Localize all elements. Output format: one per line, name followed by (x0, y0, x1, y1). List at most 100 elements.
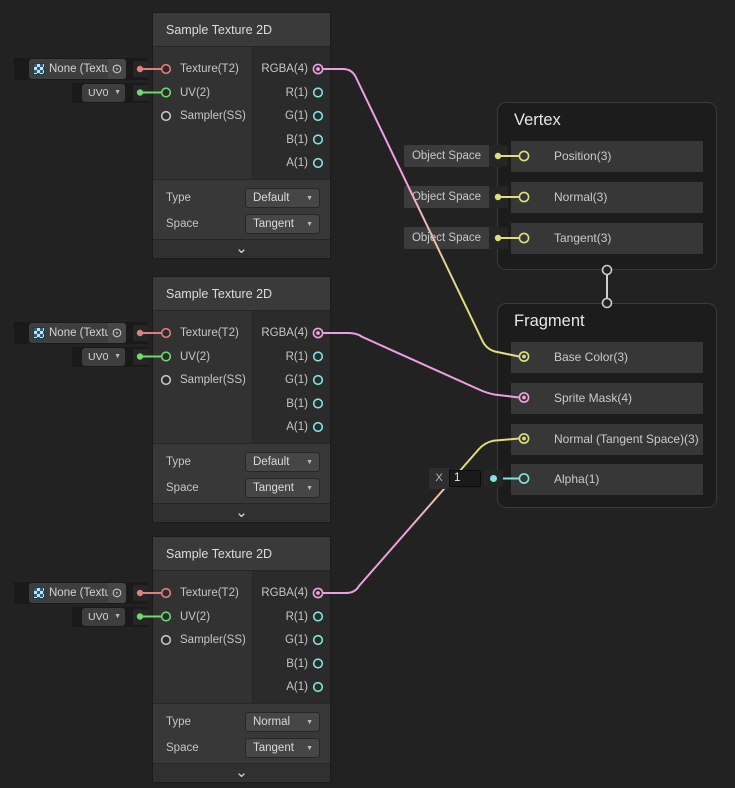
type-dropdown[interactable]: Normal ▼ (245, 712, 320, 732)
space-dropdown[interactable]: Tangent ▼ (245, 738, 320, 758)
port-label-uv: UV(2) (180, 82, 210, 104)
block-sprite-mask[interactable]: Sprite Mask(4) (511, 383, 703, 414)
wire-rgba3-to-normal-ts[interactable] (318, 439, 519, 594)
texture-object-field[interactable]: None (Textu ⊙ (29, 323, 126, 343)
alpha-value-widget: X 1 (429, 468, 503, 489)
collapse-preview-button[interactable]: ⌄ (153, 503, 330, 522)
port-label-b: B(1) (286, 653, 308, 675)
texture-slot-strip-1: None (Textu ⊙ (14, 58, 148, 80)
wire-rgba2-to-sprite-mask[interactable] (318, 333, 519, 398)
dropdown-arrow-icon: ▼ (306, 740, 313, 758)
object-picker-icon[interactable]: ⊙ (108, 583, 126, 603)
alpha-stub-dot (490, 475, 497, 482)
port-label-sampler: Sampler(SS) (180, 629, 246, 651)
space-dropdown[interactable]: Tangent ▼ (245, 214, 320, 234)
port-label-a: A(1) (286, 676, 308, 698)
wire-rgba1-to-base-color[interactable] (318, 69, 519, 357)
x-component-label: X (429, 468, 449, 489)
node-title: Sample Texture 2D (153, 13, 330, 47)
dropdown-arrow-icon: ▼ (306, 216, 313, 234)
fragment-context-node[interactable]: Fragment Base Color(3) Sprite Mask(4) No… (497, 303, 717, 508)
space-label: Space (166, 214, 199, 234)
output-port-column: RGBA(4) R(1) G(1) B(1) A(1) (253, 311, 330, 443)
alpha-port-stub (484, 470, 503, 487)
block-tangent[interactable]: Tangent(3) (511, 223, 703, 254)
uv-channel-dropdown[interactable]: UV0 ▼ (82, 84, 125, 102)
dropdown-arrow-icon: ▼ (114, 348, 121, 366)
object-picker-icon[interactable]: ⊙ (108, 59, 126, 79)
block-base-color[interactable]: Base Color(3) (511, 342, 703, 373)
uv-channel-dropdown[interactable]: UV0 ▼ (82, 348, 125, 366)
dropdown-arrow-icon: ▼ (306, 454, 313, 472)
texture-2d-icon (33, 587, 45, 599)
object-picker-icon[interactable]: ⊙ (108, 323, 126, 343)
dropdown-arrow-icon: ▼ (114, 608, 121, 626)
type-dropdown[interactable]: Default ▼ (245, 452, 320, 472)
block-normal-tangent-space[interactable]: Normal (Tangent Space)(3) (511, 424, 703, 455)
port-label-r: R(1) (286, 346, 308, 368)
dropdown-arrow-icon: ▼ (114, 84, 121, 102)
block-alpha[interactable]: Alpha(1) (511, 464, 703, 495)
uv-slot-strip-3: UV0 ▼ (72, 607, 148, 627)
sample-texture-2d-node-3[interactable]: Sample Texture 2D Texture(T2) UV(2) Samp… (153, 537, 330, 782)
collapse-preview-button[interactable]: ⌄ (153, 239, 330, 258)
dropdown-arrow-icon: ▼ (306, 190, 313, 208)
object-space-widget-tangent: Object Space (404, 227, 508, 249)
uv-port-stub (133, 85, 148, 101)
port-label-a: A(1) (286, 416, 308, 438)
type-dropdown[interactable]: Default ▼ (245, 188, 320, 208)
port-label-texture: Texture(T2) (180, 322, 239, 344)
texture-port-stub (133, 325, 148, 341)
texture-2d-icon (33, 327, 45, 339)
space-port-stub (489, 145, 508, 167)
port-label-sampler: Sampler(SS) (180, 369, 246, 391)
texture-object-field[interactable]: None (Textu ⊙ (29, 59, 126, 79)
object-space-widget-position: Object Space (404, 145, 508, 167)
texture-object-field[interactable]: None (Textu ⊙ (29, 583, 126, 603)
port-label-texture: Texture(T2) (180, 58, 239, 80)
vertex-context-node[interactable]: Vertex Position(3) Normal(3) Tangent(3) (497, 102, 717, 270)
port-label-r: R(1) (286, 606, 308, 628)
texture-port-stub (133, 585, 148, 601)
port-label-g: G(1) (285, 629, 308, 651)
type-label: Type (166, 188, 191, 208)
input-port-column: Texture(T2) UV(2) Sampler(SS) (153, 47, 253, 179)
port-label-rgba: RGBA(4) (261, 322, 308, 344)
sample-texture-2d-node-2[interactable]: Sample Texture 2D Texture(T2) UV(2) Samp… (153, 277, 330, 522)
sample-texture-2d-node-1[interactable]: Sample Texture 2D Texture(T2) UV(2) Samp… (153, 13, 330, 258)
port-label-g: G(1) (285, 369, 308, 391)
block-normal[interactable]: Normal(3) (511, 182, 703, 213)
alpha-value-input[interactable]: 1 (449, 470, 481, 487)
uv-slot-strip-2: UV0 ▼ (72, 347, 148, 367)
port-label-g: G(1) (285, 105, 308, 127)
object-space-widget-normal: Object Space (404, 186, 508, 208)
texture-slot-strip-2: None (Textu ⊙ (14, 322, 148, 344)
output-port-column: RGBA(4) R(1) G(1) B(1) A(1) (253, 47, 330, 179)
dropdown-arrow-icon: ▼ (306, 714, 313, 732)
block-position[interactable]: Position(3) (511, 141, 703, 172)
vertex-title: Vertex (514, 111, 561, 130)
space-port-stub (489, 227, 508, 249)
uv-port-stub (133, 349, 148, 365)
node-title: Sample Texture 2D (153, 537, 330, 571)
input-port-column: Texture(T2) UV(2) Sampler(SS) (153, 571, 253, 703)
space-dropdown[interactable]: Tangent ▼ (245, 478, 320, 498)
port-label-rgba: RGBA(4) (261, 58, 308, 80)
port-label-b: B(1) (286, 393, 308, 415)
port-label-texture: Texture(T2) (180, 582, 239, 604)
uv-channel-dropdown[interactable]: UV0 ▼ (82, 608, 125, 626)
type-label: Type (166, 452, 191, 472)
texture-slot-strip-3: None (Textu ⊙ (14, 582, 148, 604)
uv-port-stub (133, 609, 148, 625)
node-settings: Type Default ▼ Space Tangent ▼ (153, 179, 330, 239)
port-label-b: B(1) (286, 129, 308, 151)
dropdown-arrow-icon: ▼ (306, 480, 313, 498)
shader-graph-canvas[interactable]: Sample Texture 2D Texture(T2) UV(2) Samp… (0, 0, 735, 788)
port-label-uv: UV(2) (180, 346, 210, 368)
input-port-column: Texture(T2) UV(2) Sampler(SS) (153, 311, 253, 443)
type-label: Type (166, 712, 191, 732)
port-label-uv: UV(2) (180, 606, 210, 628)
collapse-preview-button[interactable]: ⌄ (153, 763, 330, 782)
node-settings: Type Default ▼ Space Tangent ▼ (153, 443, 330, 503)
texture-port-stub (133, 61, 148, 77)
